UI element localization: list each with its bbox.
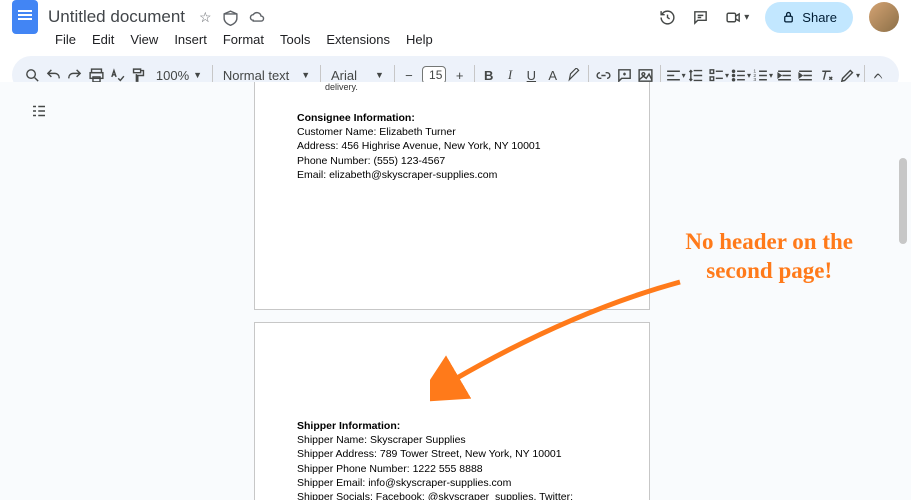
menu-tools[interactable]: Tools xyxy=(273,30,317,49)
menu-file[interactable]: File xyxy=(48,30,83,49)
cloud-status-icon[interactable] xyxy=(249,9,266,26)
comments-icon[interactable] xyxy=(692,9,709,26)
share-label: Share xyxy=(802,10,837,25)
shipper-line: Shipper Address: 789 Tower Street, New Y… xyxy=(297,447,607,461)
scroll-thumb[interactable] xyxy=(899,158,907,244)
truncated-text: delivery. xyxy=(297,82,607,93)
consignee-line: Customer Name: Elizabeth Turner xyxy=(297,125,607,139)
shipper-line: Shipper Phone Number: 1222 555 8888 xyxy=(297,462,607,476)
consignee-line: Phone Number: (555) 123-4567 xyxy=(297,154,607,168)
page-1[interactable]: delivery. Consignee Information: Custome… xyxy=(254,82,650,310)
page-2[interactable]: Shipper Information: Shipper Name: Skysc… xyxy=(254,322,650,500)
font-select[interactable]: Arial▼ xyxy=(325,68,390,83)
docs-logo-icon[interactable] xyxy=(12,0,38,34)
shipper-heading: Shipper Information: xyxy=(297,419,607,433)
consignee-line: Address: 456 Highrise Avenue, New York, … xyxy=(297,139,607,153)
account-avatar[interactable] xyxy=(869,2,899,32)
star-icon[interactable]: ☆ xyxy=(199,9,212,26)
style-value: Normal text xyxy=(223,68,289,83)
style-select[interactable]: Normal text▼ xyxy=(217,68,316,83)
outline-toggle-icon[interactable] xyxy=(24,96,54,126)
consignee-line: Email: elizabeth@skyscraper-supplies.com xyxy=(297,168,607,182)
history-icon[interactable] xyxy=(659,9,676,26)
menu-view[interactable]: View xyxy=(123,30,165,49)
menu-edit[interactable]: Edit xyxy=(85,30,121,49)
menu-insert[interactable]: Insert xyxy=(167,30,214,49)
consignee-heading: Consignee Information: xyxy=(297,111,607,125)
share-button[interactable]: Share xyxy=(765,2,853,33)
menu-extensions[interactable]: Extensions xyxy=(319,30,397,49)
vertical-scrollbar[interactable] xyxy=(899,84,909,494)
meet-icon[interactable]: ▾ xyxy=(725,9,749,26)
shipper-line: Shipper Name: Skyscraper Supplies xyxy=(297,433,607,447)
menu-help[interactable]: Help xyxy=(399,30,440,49)
font-value: Arial xyxy=(331,68,357,83)
zoom-select[interactable]: 100%▼ xyxy=(150,68,208,83)
move-icon[interactable] xyxy=(222,9,239,26)
shipper-line: Shipper Socials: Facebook: @skyscraper_s… xyxy=(297,490,607,500)
annotation-text: No header on the second page! xyxy=(685,228,853,286)
shipper-line: Shipper Email: info@skyscraper-supplies.… xyxy=(297,476,607,490)
menu-format[interactable]: Format xyxy=(216,30,271,49)
document-title[interactable]: Untitled document xyxy=(48,7,185,27)
document-canvas[interactable]: delivery. Consignee Information: Custome… xyxy=(0,82,911,500)
zoom-value: 100% xyxy=(156,68,189,83)
